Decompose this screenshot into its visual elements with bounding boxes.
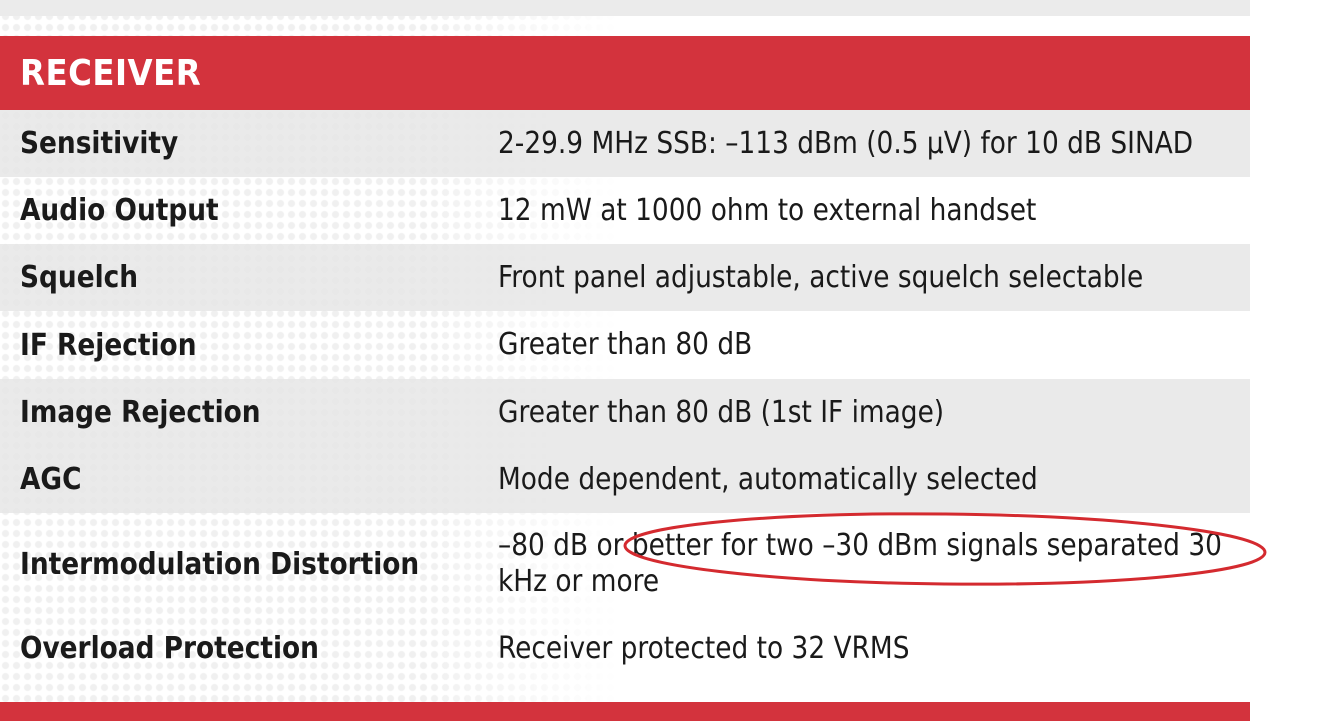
spec-value-line: –80 dB or better for two –30 dBm signals… [498, 528, 1222, 563]
spec-label: Audio Output [20, 193, 219, 228]
spec-value: Mode dependent, automatically selected [498, 461, 1038, 497]
section-header-receiver: RECEIVER [0, 36, 1250, 110]
spec-row-intermodulation-distortion: Intermodulation Distortion –80 dB or bet… [0, 513, 1250, 615]
spec-row-if-rejection: IF Rejection Greater than 80 dB [0, 311, 1250, 379]
spec-label: Image Rejection [20, 395, 261, 430]
spec-sheet: RECEIVER Sensitivity 2-29.9 MHz SSB: –11… [0, 0, 1250, 721]
spec-label: AGC [20, 462, 82, 497]
spec-row-audio-output: Audio Output 12 mW at 1000 ohm to extern… [0, 177, 1250, 244]
spec-label: Overload Protection [20, 631, 319, 666]
previous-row-strip [0, 0, 1250, 16]
spec-value-line: kHz or more [498, 564, 660, 599]
spec-label: Sensitivity [20, 126, 179, 161]
spec-value: –80 dB or better for two –30 dBm signals… [498, 513, 1246, 615]
spec-label: Squelch [20, 260, 139, 295]
next-section-header [0, 702, 1250, 721]
section-title: RECEIVER [20, 52, 202, 94]
spec-row-sensitivity: Sensitivity 2-29.9 MHz SSB: –113 dBm (0.… [0, 110, 1250, 177]
spec-row-squelch: Squelch Front panel adjustable, active s… [0, 244, 1250, 311]
spec-row-overload-protection: Overload Protection Receiver protected t… [0, 615, 1250, 682]
spec-value: 12 mW at 1000 ohm to external handset [498, 192, 1037, 228]
spec-label: IF Rejection [20, 327, 197, 363]
spec-value: Greater than 80 dB (1st IF image) [498, 394, 945, 430]
spec-value: Receiver protected to 32 VRMS [498, 630, 910, 666]
spec-value: Greater than 80 dB [498, 327, 753, 362]
spec-value: 2-29.9 MHz SSB: –113 dBm (0.5 µV) for 10… [498, 125, 1194, 161]
spec-row-image-rejection: Image Rejection Greater than 80 dB (1st … [0, 379, 1250, 446]
spec-row-agc: AGC Mode dependent, automatically select… [0, 446, 1250, 513]
spec-value: Front panel adjustable, active squelch s… [498, 259, 1144, 295]
spec-label: Intermodulation Distortion [20, 546, 420, 582]
